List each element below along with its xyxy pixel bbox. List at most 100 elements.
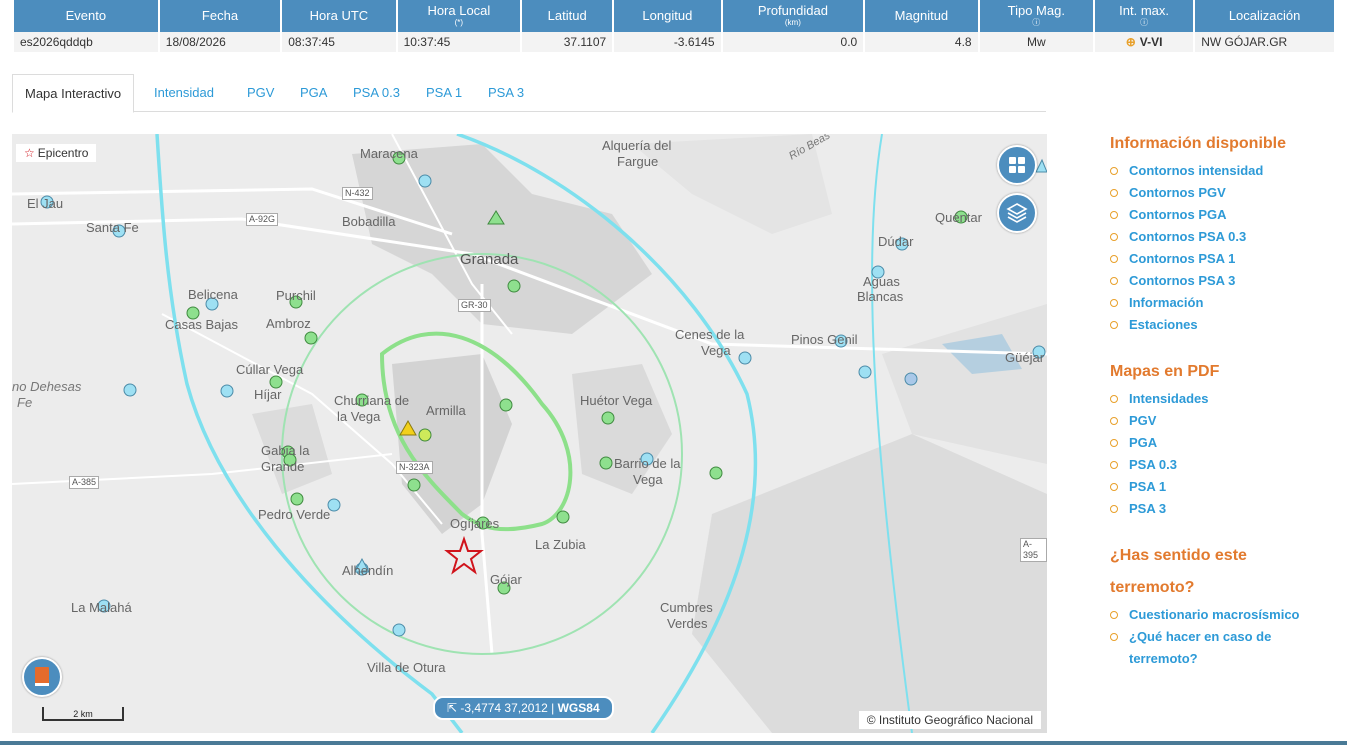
grid-icon	[1009, 157, 1025, 173]
col-hora-utc: Hora UTC	[282, 0, 396, 32]
link-contornos-psa-3[interactable]: Contornos PSA 3	[1110, 270, 1340, 292]
place-label: Belicena	[188, 287, 238, 302]
place-label: Churriana de	[334, 393, 410, 408]
place-label: Purchil	[276, 288, 316, 303]
link-pdf-psa-0-3[interactable]: PSA 0.3	[1110, 454, 1340, 476]
place-label: Cúllar Vega	[236, 362, 304, 377]
place-label: Alhendín	[342, 563, 394, 578]
col-evento: Evento	[14, 0, 158, 32]
grid-view-button[interactable]	[997, 145, 1037, 185]
tab-pga[interactable]: PGA	[300, 74, 327, 111]
place-label: Güéjar	[1005, 350, 1045, 365]
road-label: A-395	[1020, 538, 1047, 562]
place-label: Fargue	[617, 154, 659, 169]
cell-longitud: -3.6145	[614, 32, 721, 52]
cell-localizacion: NW GÓJAR.GR	[1195, 32, 1334, 52]
place-label: Gójar	[490, 572, 522, 587]
link-informacion[interactable]: Información	[1110, 292, 1340, 314]
link-contornos-pgv[interactable]: Contornos PGV	[1110, 182, 1340, 204]
map-tabs: Mapa Interactivo Intensidad PGV PGA PSA …	[12, 74, 1046, 113]
place-label: Quéntar	[935, 210, 982, 225]
book-icon	[35, 667, 49, 686]
link-contornos-psa-1[interactable]: Contornos PSA 1	[1110, 248, 1340, 270]
cell-hora-utc: 08:37:45	[282, 32, 396, 52]
place-label: Cumbres	[660, 600, 713, 615]
place-label: La Malahá	[71, 600, 132, 615]
star-icon: ☆	[24, 146, 35, 160]
place-label: Vega	[701, 343, 731, 358]
link-cuestionario[interactable]: Cuestionario macrosísmico	[1110, 604, 1340, 626]
road-label: A-92G	[246, 213, 279, 226]
col-fecha: Fecha	[159, 0, 281, 32]
tab-psa-0-3[interactable]: PSA 0.3	[353, 74, 400, 111]
event-table: Evento Fecha Hora UTC Hora Local (*) Lati…	[12, 0, 1336, 52]
layers-icon	[1006, 203, 1028, 223]
place-label: no Dehesas	[12, 379, 82, 394]
link-pdf-pga[interactable]: PGA	[1110, 432, 1340, 454]
place-label: El Jau	[27, 196, 64, 211]
cursor-icon: ⇱	[447, 701, 461, 715]
layers-button[interactable]	[997, 193, 1037, 233]
link-estaciones[interactable]: Estaciones	[1110, 314, 1340, 336]
felt-list: Cuestionario macrosísmico ¿Qué hacer en …	[1110, 604, 1340, 670]
felt-title: ¿Has sentido este terremoto?	[1110, 547, 1247, 596]
tab-mapa-interactivo[interactable]: Mapa Interactivo	[12, 74, 135, 113]
col-longitud: Longitud	[614, 0, 721, 32]
info-list: Contornos intensidad Contornos PGV Conto…	[1110, 160, 1340, 336]
place-label: Híjar	[254, 387, 282, 402]
cell-hora-local: 10:37:45	[397, 32, 521, 52]
cell-fecha: 18/08/2026	[159, 32, 281, 52]
map-attribution: © Instituto Geográfico Nacional	[858, 711, 1041, 729]
book-button[interactable]	[22, 657, 62, 697]
link-contornos-intensidad[interactable]: Contornos intensidad	[1110, 160, 1340, 182]
place-label: Verdes	[667, 616, 708, 631]
info-title: Información disponible	[1110, 135, 1287, 152]
cell-evento: es2026qddqb	[14, 32, 158, 52]
pdf-title: Mapas en PDF	[1110, 363, 1220, 380]
place-label: Villa de Otura	[367, 660, 446, 675]
place-label: Casas Bajas	[165, 317, 238, 332]
place-label: Fe	[17, 395, 33, 410]
link-contornos-psa-0-3[interactable]: Contornos PSA 0.3	[1110, 226, 1340, 248]
tab-psa-1[interactable]: PSA 1	[426, 74, 462, 111]
place-label: Gabia la	[261, 443, 310, 458]
col-latitud: Latitud	[522, 0, 613, 32]
cell-latitud: 37.1107	[522, 32, 613, 52]
table-row: es2026qddqb 18/08/2026 08:37:45 10:37:45…	[14, 32, 1334, 52]
link-pdf-intensidades[interactable]: Intensidades	[1110, 388, 1340, 410]
place-label: Huétor Vega	[580, 393, 653, 408]
link-pdf-psa-3[interactable]: PSA 3	[1110, 498, 1340, 520]
link-pdf-psa-1[interactable]: PSA 1	[1110, 476, 1340, 498]
sidebar: Información disponible Contornos intensi…	[1110, 128, 1340, 670]
place-label: Barrio de la	[614, 456, 681, 471]
int-max-value: V-VI	[1139, 35, 1163, 49]
link-que-hacer[interactable]: ¿Qué hacer en caso de terremoto?	[1110, 626, 1340, 670]
map-legend: ☆ Epicentro	[16, 144, 97, 162]
place-label: Alquería del	[602, 138, 672, 153]
pdf-list: Intensidades PGV PGA PSA 0.3 PSA 1 PSA 3	[1110, 388, 1340, 520]
col-localizacion: Localización	[1195, 0, 1334, 32]
place-label: Armilla	[426, 403, 466, 418]
info-icon[interactable]: ⓘ	[1095, 18, 1193, 28]
interactive-map[interactable]: Maracena Alquería del Fargue Bobadilla G…	[12, 134, 1047, 733]
place-label: Blancas	[857, 289, 904, 304]
col-magnitud: Magnitud	[865, 0, 978, 32]
place-label: Ogíjares	[450, 516, 500, 531]
col-int-max: Int. max. ⓘ	[1095, 0, 1194, 32]
link-contornos-pga[interactable]: Contornos PGA	[1110, 204, 1340, 226]
place-label: Aguas	[863, 274, 900, 289]
col-tipo-mag: Tipo Mag. ⓘ	[979, 0, 1093, 32]
tab-pgv[interactable]: PGV	[247, 74, 274, 111]
int-max-link[interactable]: ⊕ V-VI	[1095, 32, 1194, 52]
place-label: Santa Fe	[86, 220, 139, 235]
scale-bar: 2 km	[42, 707, 124, 721]
tab-intensidad[interactable]: Intensidad	[154, 74, 214, 111]
place-label: Cenes de la	[675, 327, 745, 342]
link-pdf-pgv[interactable]: PGV	[1110, 410, 1340, 432]
place-label: Pedro Verde	[258, 507, 331, 522]
cursor-coordinates: ⇱ -3,4774 37,2012 | WGS84	[433, 696, 614, 720]
tab-psa-3[interactable]: PSA 3	[488, 74, 524, 111]
col-hora-local: Hora Local (*)	[397, 0, 521, 32]
info-icon[interactable]: ⓘ	[980, 18, 1093, 28]
cell-profundidad: 0.0	[722, 32, 864, 52]
